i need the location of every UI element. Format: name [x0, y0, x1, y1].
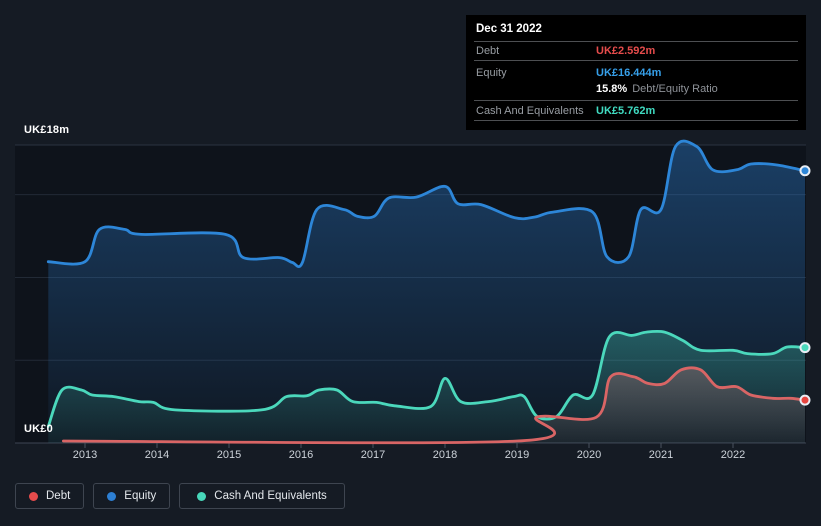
- x-axis-labels: 2013 2014 2015 2016 2017 2018 2019 2020 2021 2022: [0, 449, 821, 465]
- debt-swatch-icon: [29, 491, 38, 501]
- tooltip-ratio-label: Debt/Equity Ratio: [632, 83, 718, 95]
- debt-endpoint-dot[interactable]: [799, 394, 811, 406]
- tooltip-debt-row: Debt UK£2.592m: [474, 42, 798, 61]
- legend-label-cash: Cash And Equivalents: [214, 490, 327, 502]
- tooltip-cash-value: UK£5.762m: [596, 104, 656, 117]
- y-axis-zero-label: UK£0: [24, 423, 53, 435]
- legend-item-equity[interactable]: Equity: [93, 483, 171, 509]
- tooltip-date: Dec 31 2022: [474, 15, 798, 42]
- tooltip-cash-row: Cash And Equivalents UK£5.762m: [474, 101, 798, 121]
- x-axis-label-2015: 2015: [216, 449, 242, 461]
- x-axis-label-2020: 2020: [576, 449, 602, 461]
- chart-tooltip: Dec 31 2022 Debt UK£2.592m Equity UK£16.…: [466, 15, 806, 130]
- legend: Debt Equity Cash And Equivalents: [15, 483, 345, 509]
- tooltip-ratio-row: 15.8% Debt/Equity Ratio: [474, 81, 798, 101]
- y-axis-max-label: UK£18m: [24, 124, 70, 136]
- legend-item-cash[interactable]: Cash And Equivalents: [179, 483, 345, 509]
- tooltip-cash-label: Cash And Equivalents: [476, 104, 584, 117]
- x-axis-label-2014: 2014: [144, 449, 170, 461]
- x-axis-label-2016: 2016: [288, 449, 314, 461]
- cash-swatch-icon: [197, 491, 207, 501]
- x-axis-label-2013: 2013: [72, 449, 98, 461]
- tooltip-ratio-value: 15.8%: [596, 83, 628, 95]
- legend-label-equity: Equity: [124, 490, 157, 502]
- legend-label-debt: Debt: [46, 490, 71, 502]
- tooltip-equity-row: Equity UK£16.444m: [474, 61, 798, 81]
- tooltip-equity-label: Equity: [476, 66, 507, 79]
- x-axis-label-2017: 2017: [360, 449, 386, 461]
- tooltip-debt-value: UK£2.592m: [596, 45, 656, 57]
- equity-endpoint-dot[interactable]: [799, 165, 811, 177]
- tooltip-debt-label: Debt: [476, 45, 500, 57]
- x-axis-label-2019: 2019: [504, 449, 530, 461]
- legend-item-debt[interactable]: Debt: [15, 483, 85, 509]
- x-axis-label-2021: 2021: [648, 449, 674, 461]
- tooltip-equity-value: UK£16.444m: [596, 66, 662, 79]
- x-axis-label-2022: 2022: [720, 449, 746, 461]
- debt-equity-chart-panel: UK£18m UK£0 2013 2014 2015 2016 2017 2018 2019…: [0, 0, 821, 526]
- equity-swatch-icon: [107, 491, 117, 501]
- cash-endpoint-dot[interactable]: [799, 342, 811, 354]
- x-axis-label-2018: 2018: [432, 449, 458, 461]
